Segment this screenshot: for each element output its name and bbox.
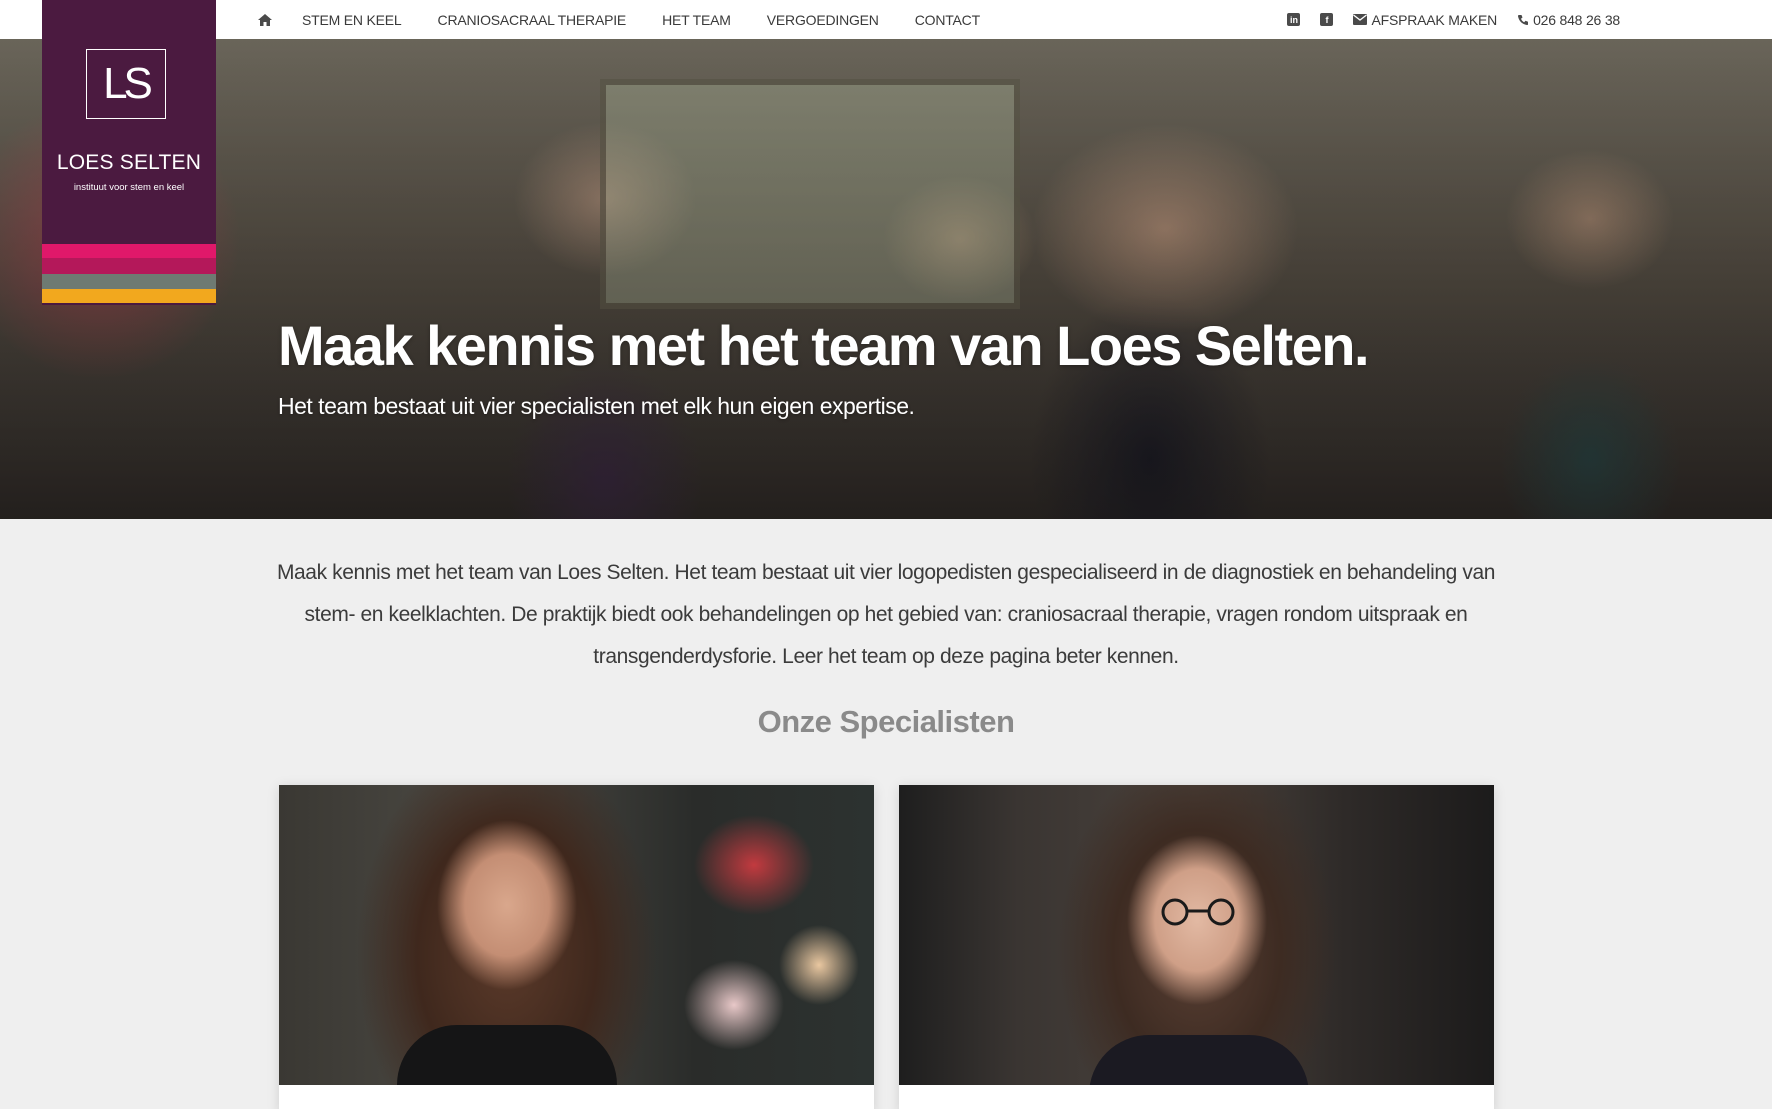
specialist-card[interactable] — [279, 785, 874, 1109]
hero-title: Maak kennis met het team van Loes Selten… — [278, 314, 1370, 377]
menu-item-stem-en-keel[interactable]: STEM EN KEEL — [302, 12, 402, 28]
phone-icon — [1518, 14, 1529, 25]
glasses-icon — [1161, 898, 1235, 926]
menu-item-het-team[interactable]: HET TEAM — [662, 12, 731, 28]
phone-link[interactable]: 026 848 26 38 — [1517, 12, 1620, 28]
phone-label: 026 848 26 38 — [1533, 11, 1620, 28]
home-icon[interactable] — [254, 9, 276, 31]
menu-item-craniosacraal-therapie[interactable]: CRANIOSACRAAL THERAPIE — [438, 12, 627, 28]
logo-stripe-magenta — [42, 258, 216, 274]
intro-paragraph: Maak kennis met het team van Loes Selten… — [276, 561, 1496, 668]
menu-item-contact[interactable]: CONTACT — [915, 12, 980, 28]
hero-banner: Maak kennis met het team van Loes Selten… — [0, 39, 1772, 519]
utility-menu: in f AFSPRAAK MAKEN 026 848 26 38 — [1287, 0, 1620, 39]
logo-tagline: instituut voor stem en keel — [73, 182, 185, 193]
logo-stripe-gray — [42, 274, 216, 289]
facebook-icon[interactable]: f — [1320, 13, 1334, 26]
photo-clothing — [397, 1025, 617, 1085]
specialists-heading: Onze Specialisten — [757, 704, 1015, 739]
specialist-photo — [279, 785, 874, 1085]
envelope-icon — [1353, 14, 1368, 25]
specialist-photo — [899, 785, 1494, 1085]
logo-stripe-pink — [42, 244, 216, 258]
logo-stripe-orange — [42, 289, 216, 303]
linkedin-icon[interactable]: in — [1287, 13, 1301, 26]
menu-item-vergoedingen[interactable]: VERGOEDINGEN — [767, 12, 879, 28]
specialist-card[interactable] — [899, 785, 1494, 1109]
hero-subtitle: Het team bestaat uit vier specialisten m… — [278, 393, 915, 419]
top-navigation-bar: STEM EN KEEL CRANIOSACRAAL THERAPIE HET … — [0, 0, 1772, 39]
main-menu: STEM EN KEEL CRANIOSACRAAL THERAPIE HET … — [254, 0, 1016, 39]
appointment-link[interactable]: AFSPRAAK MAKEN — [1353, 12, 1497, 28]
photo-clothing — [1089, 1035, 1309, 1085]
site-logo[interactable]: LS LOES SELTEN instituut voor stem en ke… — [42, 0, 216, 305]
logo-name: LOES SELTEN — [56, 151, 202, 174]
logo-monogram: LS — [103, 59, 153, 108]
hero-overlay — [0, 39, 1772, 519]
appointment-label: AFSPRAAK MAKEN — [1371, 11, 1498, 28]
logo-monogram-box: LS — [86, 49, 166, 119]
